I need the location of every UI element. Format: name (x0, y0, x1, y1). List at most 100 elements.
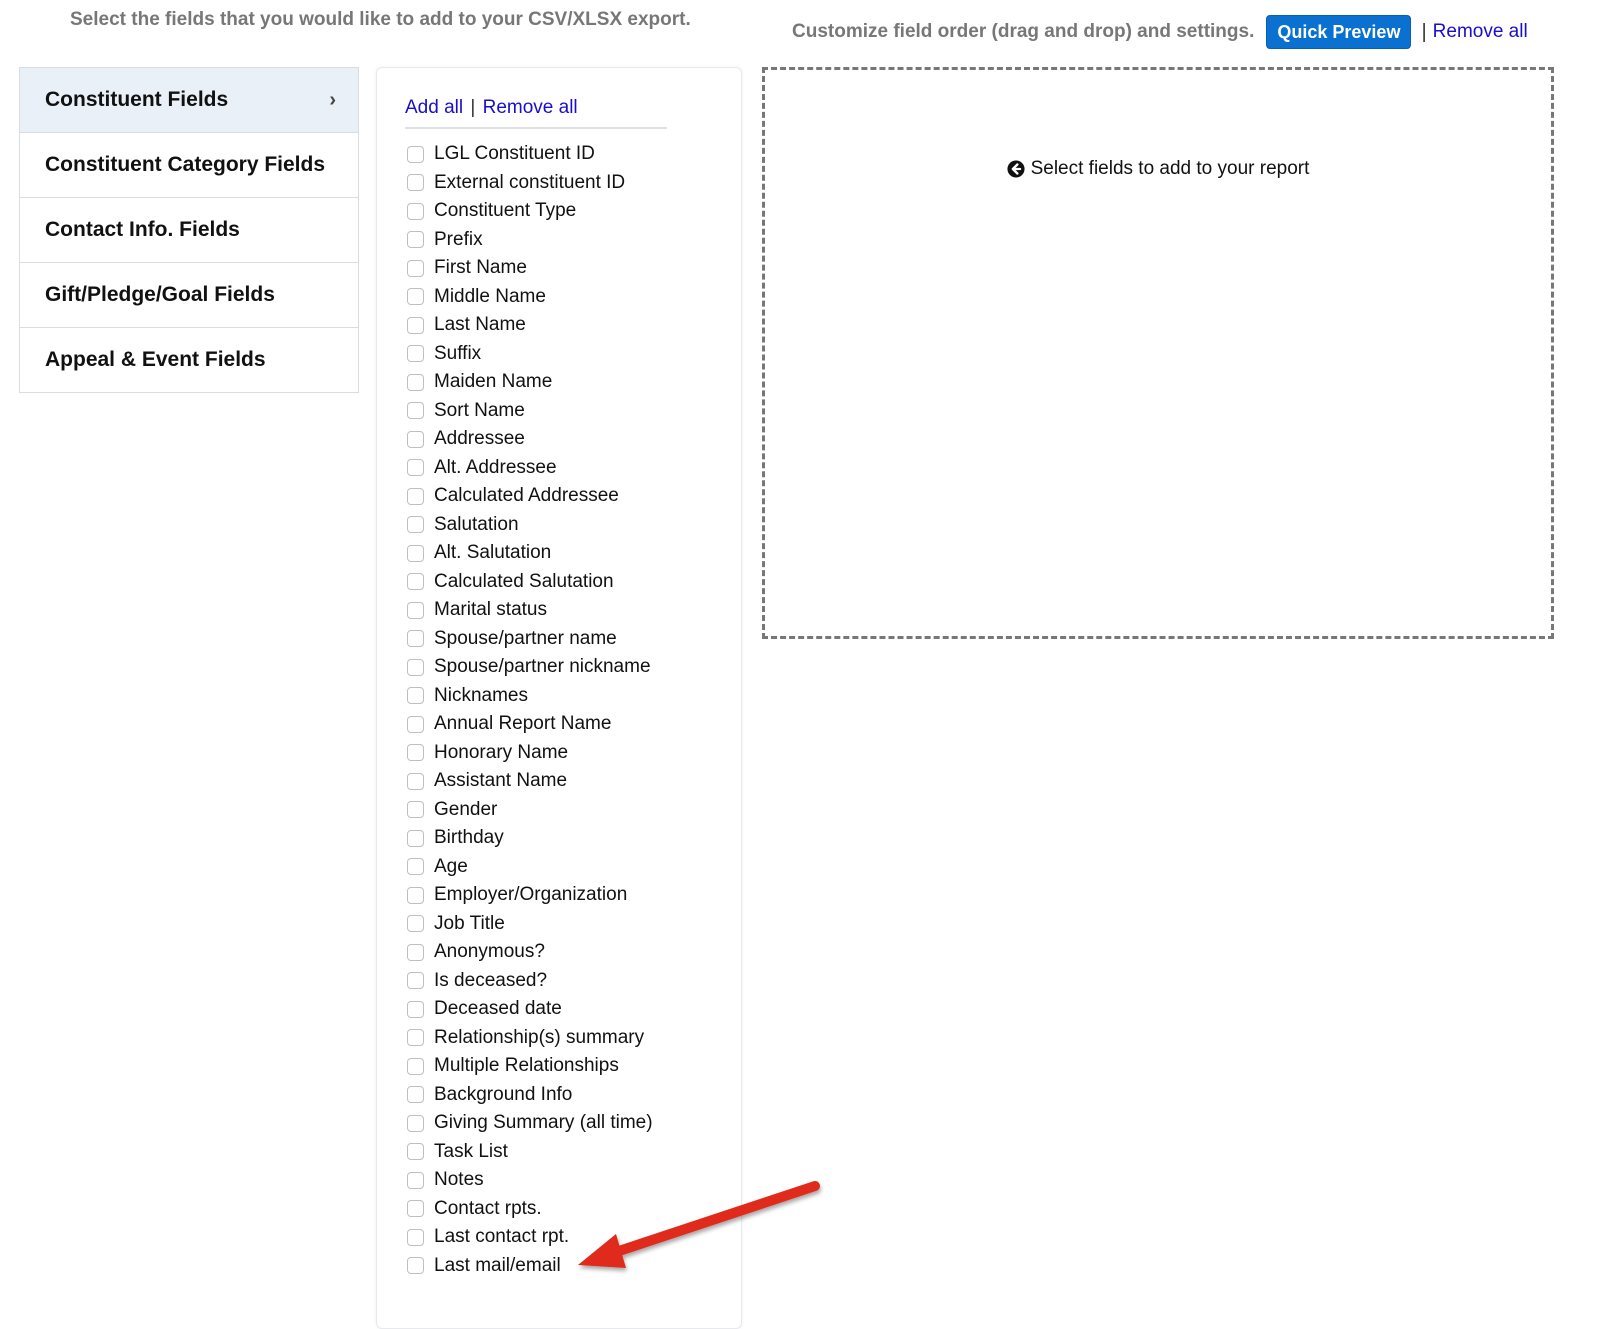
category-gift-pledge-goal-fields[interactable]: Gift/Pledge/Goal Fields (20, 262, 358, 327)
field-option[interactable]: Alt. Addressee (407, 454, 653, 483)
field-checkbox[interactable] (407, 1029, 424, 1047)
field-checkbox[interactable] (407, 516, 424, 534)
remove-all-selected-link[interactable]: Remove all (1433, 21, 1528, 43)
field-option[interactable]: Relationship(s) summary (407, 1024, 653, 1053)
field-option[interactable]: Employer/Organization (407, 881, 653, 910)
remove-all-link[interactable]: Remove all (483, 97, 578, 118)
field-checkbox[interactable] (407, 1086, 424, 1104)
field-checkbox[interactable] (407, 972, 424, 990)
field-checkbox[interactable] (407, 459, 424, 477)
field-option[interactable]: Anonymous? (407, 938, 653, 967)
add-all-link[interactable]: Add all (405, 97, 463, 118)
field-checkbox[interactable] (407, 402, 424, 420)
field-checkbox[interactable] (407, 487, 424, 505)
field-label: Age (434, 855, 468, 877)
field-option[interactable]: Middle Name (407, 283, 653, 312)
field-checkbox[interactable] (407, 630, 424, 648)
field-checkbox[interactable] (407, 288, 424, 306)
field-checkbox[interactable] (407, 886, 424, 904)
field-label: Calculated Salutation (434, 570, 614, 592)
field-checkbox[interactable] (407, 1257, 424, 1275)
field-checkbox[interactable] (407, 601, 424, 619)
field-checkbox[interactable] (407, 202, 424, 220)
field-checkbox[interactable] (407, 772, 424, 790)
quick-preview-button[interactable]: Quick Preview (1266, 15, 1412, 49)
field-checkbox[interactable] (407, 943, 424, 961)
category-constituent-category-fields[interactable]: Constituent Category Fields (20, 132, 358, 197)
field-checkbox[interactable] (407, 174, 424, 192)
field-checkbox[interactable] (407, 316, 424, 334)
category-contact-info-fields[interactable]: Contact Info. Fields (20, 197, 358, 262)
field-option[interactable]: Last mail/email (407, 1252, 653, 1281)
field-checkbox[interactable] (407, 1171, 424, 1189)
field-checkbox[interactable] (407, 544, 424, 562)
field-option[interactable]: Last contact rpt. (407, 1223, 653, 1252)
field-checkbox[interactable] (407, 801, 424, 819)
field-checkbox[interactable] (407, 259, 424, 277)
field-checkbox[interactable] (407, 430, 424, 448)
field-label: LGL Constituent ID (434, 143, 595, 165)
field-option[interactable]: Sort Name (407, 397, 653, 426)
field-checkbox[interactable] (407, 573, 424, 591)
field-checkbox[interactable] (407, 715, 424, 733)
field-checkbox[interactable] (407, 658, 424, 676)
field-option[interactable]: Suffix (407, 340, 653, 369)
field-option[interactable]: Gender (407, 796, 653, 825)
report-fields-dropzone[interactable]: Select fields to add to your report (762, 67, 1554, 639)
field-option[interactable]: Spouse/partner nickname (407, 653, 653, 682)
field-label: Deceased date (434, 998, 562, 1020)
field-option[interactable]: Assistant Name (407, 767, 653, 796)
field-checkbox[interactable] (407, 915, 424, 933)
field-checkbox[interactable] (407, 687, 424, 705)
field-checkbox[interactable] (407, 1114, 424, 1132)
field-checkbox[interactable] (407, 345, 424, 363)
field-option[interactable]: External constituent ID (407, 169, 653, 198)
field-option[interactable]: Nicknames (407, 682, 653, 711)
field-option[interactable]: Last Name (407, 311, 653, 340)
field-checkbox[interactable] (407, 231, 424, 249)
field-option[interactable]: Is deceased? (407, 967, 653, 996)
category-constituent-fields[interactable]: Constituent Fields › (20, 68, 358, 132)
field-option[interactable]: Calculated Salutation (407, 568, 653, 597)
order-instruction-bar: Customize field order (drag and drop) an… (792, 15, 1528, 49)
field-option[interactable]: Maiden Name (407, 368, 653, 397)
field-option[interactable]: Giving Summary (all time) (407, 1109, 653, 1138)
field-option[interactable]: Spouse/partner name (407, 625, 653, 654)
field-option[interactable]: Constituent Type (407, 197, 653, 226)
field-option[interactable]: Calculated Addressee (407, 482, 653, 511)
field-checkbox[interactable] (407, 1200, 424, 1218)
field-checkbox[interactable] (407, 858, 424, 876)
field-option[interactable]: LGL Constituent ID (407, 140, 653, 169)
field-option[interactable]: Deceased date (407, 995, 653, 1024)
field-label: Alt. Salutation (434, 542, 552, 564)
field-option[interactable]: Prefix (407, 226, 653, 255)
field-option[interactable]: Contact rpts. (407, 1195, 653, 1224)
field-checkbox[interactable] (407, 1057, 424, 1075)
field-option[interactable]: Birthday (407, 824, 653, 853)
field-option[interactable]: First Name (407, 254, 653, 283)
field-option[interactable]: Task List (407, 1138, 653, 1167)
field-option[interactable]: Multiple Relationships (407, 1052, 653, 1081)
field-label: Is deceased? (434, 969, 548, 991)
field-checkbox[interactable] (407, 1143, 424, 1161)
field-option[interactable]: Alt. Salutation (407, 539, 653, 568)
field-option[interactable]: Age (407, 853, 653, 882)
field-option[interactable]: Honorary Name (407, 739, 653, 768)
field-checkbox[interactable] (407, 744, 424, 762)
field-option[interactable]: Annual Report Name (407, 710, 653, 739)
field-option[interactable]: Background Info (407, 1081, 653, 1110)
field-checkbox[interactable] (407, 1000, 424, 1018)
field-option[interactable]: Notes (407, 1166, 653, 1195)
field-checkbox[interactable] (407, 829, 424, 847)
field-checkbox[interactable] (407, 145, 424, 163)
field-option[interactable]: Job Title (407, 910, 653, 939)
field-checkbox[interactable] (407, 1228, 424, 1246)
chevron-right-icon: › (329, 88, 336, 111)
field-option[interactable]: Marital status (407, 596, 653, 625)
field-option[interactable]: Addressee (407, 425, 653, 454)
field-option[interactable]: Salutation (407, 511, 653, 540)
field-label: Addressee (434, 428, 525, 450)
category-appeal-event-fields[interactable]: Appeal & Event Fields (20, 327, 358, 392)
field-checkbox[interactable] (407, 373, 424, 391)
field-category-nav: Constituent Fields › Constituent Categor… (19, 67, 359, 393)
